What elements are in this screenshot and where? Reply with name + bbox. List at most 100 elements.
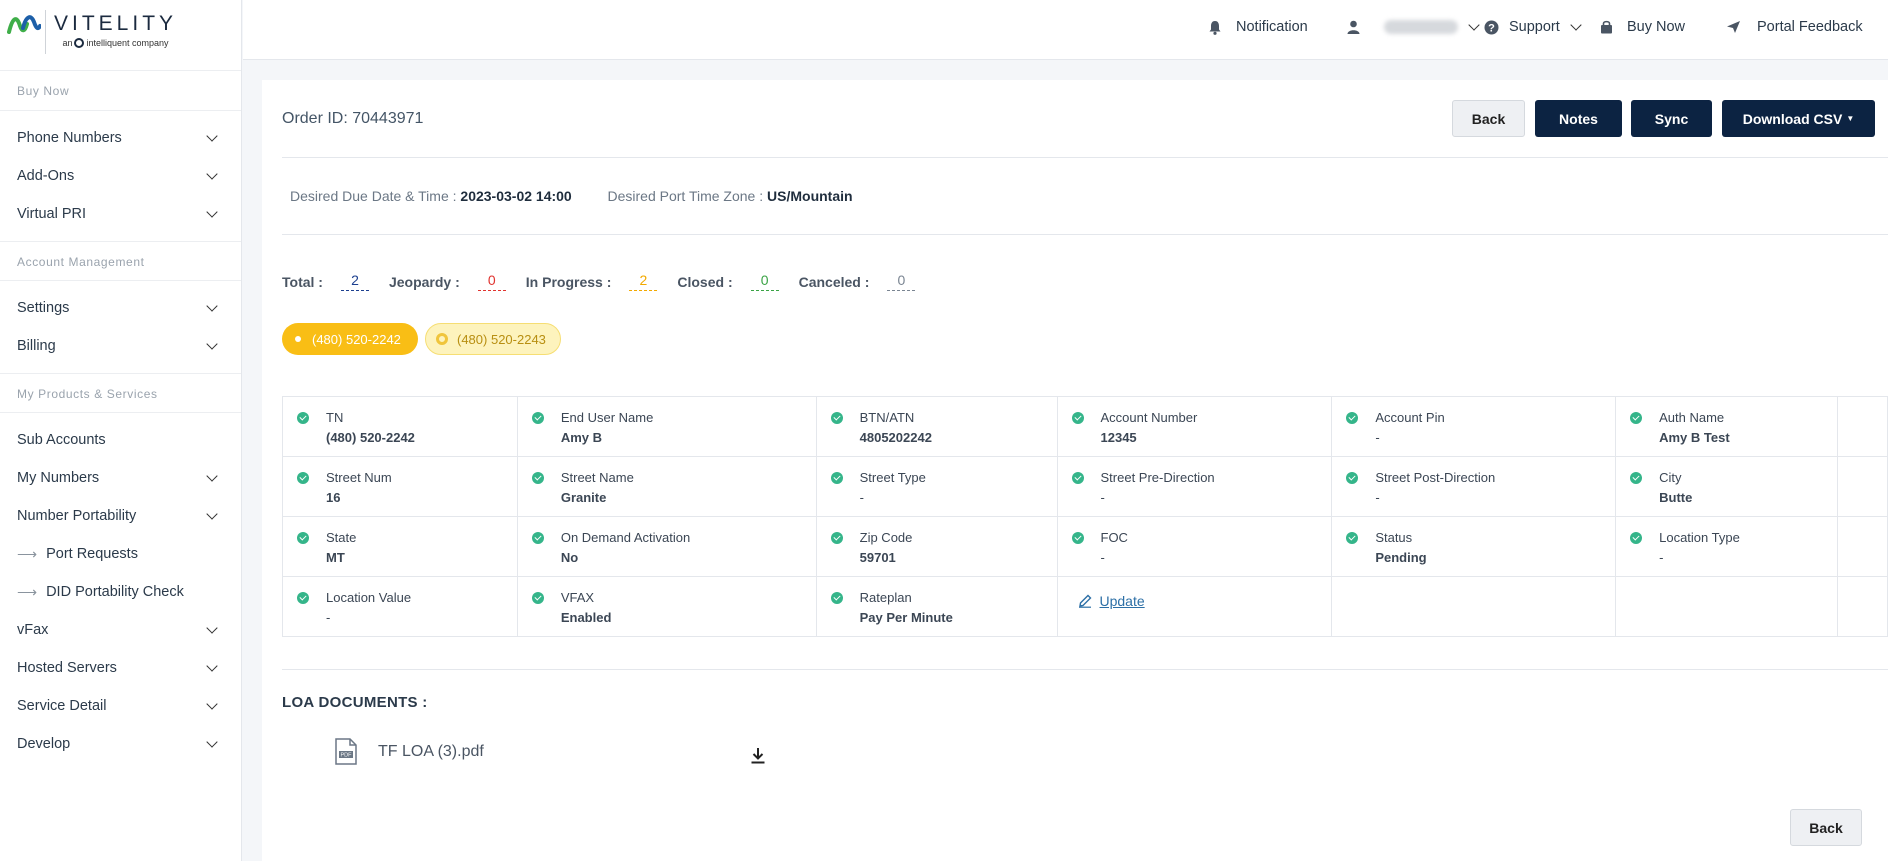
buy-now-link[interactable]: Buy Now: [1600, 0, 1685, 54]
detail-cell: Auth Name Amy B Test: [1615, 396, 1838, 457]
closed-count[interactable]: 0: [750, 272, 779, 291]
check-circle-icon: [1630, 532, 1643, 544]
logo-divider: [45, 10, 46, 54]
support-menu[interactable]: ? Support: [1484, 0, 1582, 54]
user-menu[interactable]: [1347, 0, 1480, 54]
sidebar-item-sub-accounts[interactable]: Sub Accounts: [0, 421, 241, 459]
check-circle-icon: [1071, 532, 1084, 544]
detail-cell: Account Number 12345: [1056, 396, 1333, 457]
field-label: Rateplan: [859, 590, 912, 605]
field-value: 4805202242: [859, 430, 932, 445]
detail-cell: BTN/ATN 4805202242: [815, 396, 1058, 457]
jeopardy-count[interactable]: 0: [477, 272, 506, 291]
sidebar-item-virtual-pri[interactable]: Virtual PRI: [0, 195, 241, 233]
field-label: Street Post-Direction: [1375, 470, 1496, 485]
back-button-bottom[interactable]: Back: [1790, 809, 1862, 846]
detail-cell: City Butte: [1615, 456, 1838, 517]
chevron-down-icon: [206, 660, 218, 672]
loa-file-name[interactable]: TF LOA (3).pdf: [378, 743, 484, 761]
check-circle-icon: [1346, 472, 1359, 484]
total-count[interactable]: 2: [340, 272, 369, 291]
vitelity-logo-icon: [7, 15, 41, 34]
field-value: -: [1100, 550, 1105, 565]
detail-cell: Location Value -: [282, 576, 518, 637]
intelliquent-icon: [74, 38, 85, 48]
check-circle-icon: [1346, 532, 1359, 544]
order-id: Order ID: 70443971: [282, 110, 424, 127]
number-tab-active[interactable]: (480) 520-2242: [282, 323, 418, 355]
detail-cell: TN (480) 520-2242: [282, 396, 518, 457]
sync-button[interactable]: Sync: [1631, 100, 1712, 137]
field-value: -: [1659, 550, 1664, 565]
field-label: Zip Code: [859, 530, 913, 545]
sidebar-item-add-ons[interactable]: Add-Ons: [0, 157, 241, 195]
detail-cell: State MT: [282, 516, 518, 577]
top-bar: Notification ? Support Buy Now Portal Fe…: [243, 0, 1888, 60]
field-value: -: [1375, 430, 1380, 445]
sidebar-item-settings[interactable]: Settings: [0, 289, 241, 327]
divider: [282, 157, 1888, 158]
field-value: Pay Per Minute: [859, 610, 953, 625]
check-circle-icon: [1071, 412, 1084, 424]
field-value: Butte: [1659, 490, 1693, 505]
edit-pencil-icon: [1078, 594, 1091, 608]
loa-file-item: PDF TF LOA (3).pdf: [334, 738, 484, 765]
field-label: State: [326, 530, 357, 545]
update-link[interactable]: Update: [1078, 593, 1332, 609]
sidebar-item-vfax[interactable]: vFax: [0, 611, 241, 649]
sidebar-item-hosted-servers[interactable]: Hosted Servers: [0, 649, 241, 687]
sidebar-item-my-numbers[interactable]: My Numbers: [0, 459, 241, 497]
detail-cell: Rateplan Pay Per Minute: [815, 576, 1058, 637]
empty-cell: [1836, 456, 1888, 517]
pdf-file-icon: PDF: [335, 738, 357, 765]
field-value: No: [560, 550, 579, 565]
check-circle-icon: [531, 532, 544, 544]
notes-button[interactable]: Notes: [1535, 100, 1622, 137]
canceled-count[interactable]: 0: [887, 272, 916, 291]
chevron-down-icon: [1570, 19, 1582, 31]
field-value: -: [859, 490, 864, 505]
download-csv-button[interactable]: Download CSV ▼: [1722, 100, 1875, 137]
field-value: MT: [326, 550, 345, 565]
portal-feedback-link[interactable]: Portal Feedback: [1726, 0, 1863, 54]
brand-name: VITELITY: [54, 12, 178, 35]
chevron-down-icon: [206, 622, 218, 634]
field-label: Location Type: [1659, 530, 1740, 545]
check-circle-icon: [830, 472, 843, 484]
svg-text:?: ?: [1488, 22, 1495, 34]
sidebar-item-billing[interactable]: Billing: [0, 327, 241, 365]
detail-cell: Street Num 16: [282, 456, 518, 517]
selected-dot-icon: [295, 336, 301, 342]
chevron-down-icon: [206, 206, 218, 218]
sidebar-item-phone-numbers[interactable]: Phone Numbers: [0, 119, 241, 157]
field-value: Pending: [1375, 550, 1427, 565]
notification-button[interactable]: Notification: [1208, 0, 1308, 54]
order-detail-card: Order ID: 70443971 Back Notes Sync Downl…: [262, 80, 1888, 861]
sidebar-subitem-did-portability-check[interactable]: ⟶ DID Portability Check: [0, 573, 241, 611]
sidebar-subitem-port-requests[interactable]: ⟶ Port Requests: [0, 535, 241, 573]
chevron-down-icon: [206, 130, 218, 142]
back-button[interactable]: Back: [1452, 100, 1525, 137]
field-label: Auth Name: [1659, 410, 1725, 425]
field-label: Street Name: [560, 470, 634, 485]
detail-cell: Status Pending: [1331, 516, 1617, 577]
sidebar-item-service-detail[interactable]: Service Detail: [0, 687, 241, 725]
sidebar-item-develop[interactable]: Develop: [0, 725, 241, 763]
caret-down-icon: ▼: [1846, 114, 1855, 123]
chevron-down-icon: [206, 338, 218, 350]
field-label: Street Pre-Direction: [1100, 470, 1215, 485]
shopping-bag-icon: [1601, 20, 1612, 34]
sidebar-item-number-portability[interactable]: Number Portability: [0, 497, 241, 535]
download-icon[interactable]: [750, 747, 766, 764]
detail-cell: Zip Code 59701: [815, 516, 1058, 577]
field-value: 16: [326, 490, 341, 505]
check-circle-icon: [1630, 472, 1643, 484]
sidebar-section-account-management: Account Management: [0, 241, 241, 281]
empty-cell: [1836, 396, 1888, 457]
in-progress-count[interactable]: 2: [629, 272, 658, 291]
empty-cell: [1836, 576, 1888, 637]
check-circle-icon: [1071, 472, 1084, 484]
check-circle-icon: [531, 592, 544, 604]
number-tab[interactable]: (480) 520-2243: [425, 323, 561, 355]
brand-logo[interactable]: VITELITY an intelliquent company: [0, 0, 241, 71]
